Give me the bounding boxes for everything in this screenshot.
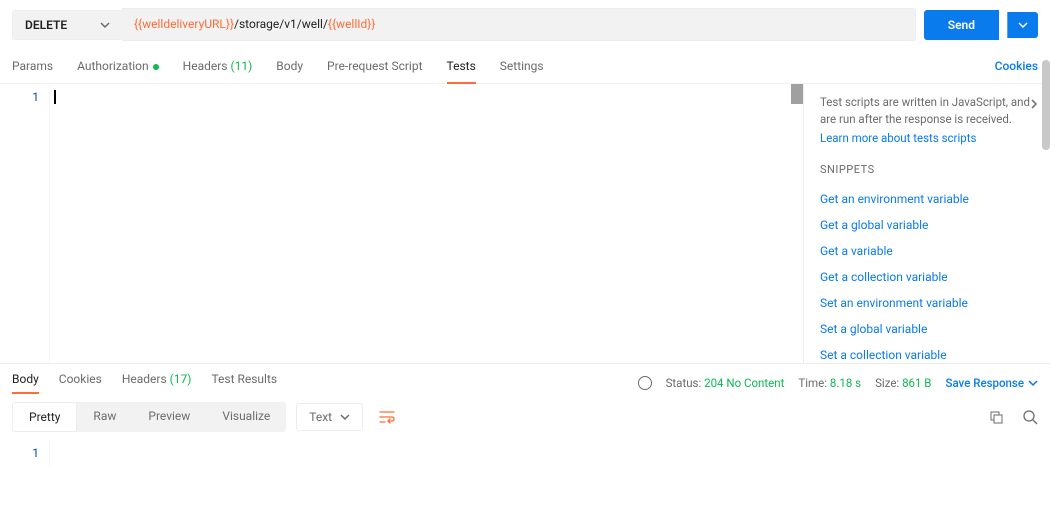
scrollbar-thumb[interactable] [1042,60,1050,150]
search-icon[interactable] [1022,409,1038,425]
tab-tests[interactable]: Tests [447,49,476,83]
globe-icon[interactable] [638,376,652,390]
snippets-sidebar: Test scripts are written in JavaScript, … [804,84,1050,363]
format-select[interactable]: Text [296,403,363,431]
editor-cursor [54,90,56,104]
learn-more-link[interactable]: Learn more about tests scripts [820,131,1034,145]
url-variable: {{wellId}} [328,17,376,31]
tab-body[interactable]: Body [276,49,303,83]
copy-icon[interactable] [988,409,1004,425]
tab-headers[interactable]: Headers (11) [183,49,253,83]
cookies-link[interactable]: Cookies [995,59,1038,73]
status-meta: Status: 204 No Content [666,376,785,390]
resp-tab-body[interactable]: Body [12,372,39,394]
view-pretty-button[interactable]: Pretty [12,402,77,432]
tab-params[interactable]: Params [12,49,53,83]
snippet-item[interactable]: Set an environment variable [820,290,1034,316]
resp-tab-test-results[interactable]: Test Results [211,372,277,394]
chevron-right-icon[interactable] [1028,98,1040,110]
url-input[interactable]: {{welldeliveryURL}}/storage/v1/well/{{we… [122,8,916,41]
chevron-down-icon [100,20,110,30]
save-response-button[interactable]: Save Response [945,376,1038,390]
size-meta: Size: 861 B [875,376,931,390]
http-method-select[interactable]: DELETE [12,10,122,40]
resp-tab-headers[interactable]: Headers (17) [122,372,192,394]
chevron-down-icon [1028,378,1038,388]
minimap-marker [791,84,803,104]
tab-settings[interactable]: Settings [500,49,544,83]
snippet-item[interactable]: Get a collection variable [820,264,1034,290]
auth-active-dot-icon [153,64,159,70]
resp-tab-cookies[interactable]: Cookies [59,372,102,394]
view-raw-button[interactable]: Raw [77,402,132,432]
snippet-item[interactable]: Get a global variable [820,212,1034,238]
editor-body[interactable] [50,84,803,363]
chevron-down-icon [340,412,350,422]
sidebar-info-text: Test scripts are written in JavaScript, … [820,94,1034,129]
snippets-header: SNIPPETS [820,163,1034,176]
view-visualize-button[interactable]: Visualize [206,402,286,432]
tab-authorization[interactable]: Authorization [77,49,159,83]
send-button[interactable]: Send [924,10,999,40]
response-body-editor[interactable]: 1 [0,440,1050,467]
url-path: /storage/v1/well/ [234,17,328,31]
view-preview-button[interactable]: Preview [132,402,206,432]
snippet-item[interactable]: Get an environment variable [820,186,1034,212]
url-variable: {{welldeliveryURL}} [134,17,234,31]
view-mode-segmented: Pretty Raw Preview Visualize [12,402,286,432]
editor-gutter: 1 [0,84,50,363]
time-meta: Time: 8.18 s [798,376,861,390]
tests-code-editor[interactable]: 1 [0,84,804,363]
snippet-item[interactable]: Set a global variable [820,316,1034,342]
http-method-value: DELETE [25,18,67,32]
snippet-item[interactable]: Set a collection variable [820,342,1034,364]
wrap-lines-button[interactable] [371,404,403,430]
response-gutter: 1 [0,440,50,467]
tab-prerequest[interactable]: Pre-request Script [327,49,422,83]
wrap-icon [379,410,395,424]
snippet-item[interactable]: Get a variable [820,238,1034,264]
send-dropdown-button[interactable] [1007,12,1038,38]
